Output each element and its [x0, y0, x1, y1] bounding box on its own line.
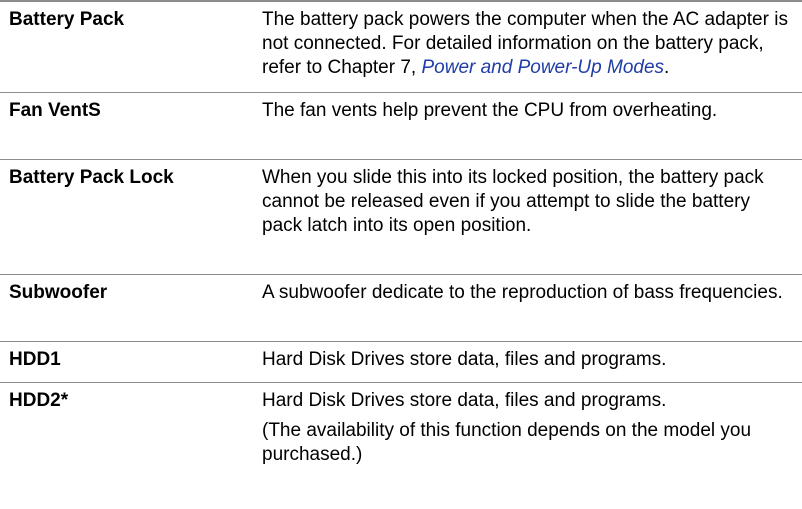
- table-row: HDD2* Hard Disk Drives store data, files…: [0, 383, 802, 509]
- table-row: HDD1 Hard Disk Drives store data, files …: [0, 342, 802, 383]
- description-text: The battery pack powers the computer whe…: [262, 8, 792, 80]
- description-hdd1: Hard Disk Drives store data, files and p…: [262, 342, 792, 382]
- description-battery-pack: The battery pack powers the computer whe…: [262, 2, 792, 92]
- term-subwoofer: Subwoofer: [9, 282, 108, 303]
- table-row: Battery Pack Lock When you slide this in…: [0, 160, 802, 275]
- table-row: Fan VentS The fan vents help prevent the…: [0, 93, 802, 160]
- term-battery-pack: Battery Pack: [9, 9, 125, 30]
- term-hdd1: HDD1: [9, 349, 61, 370]
- description-fan-vents: The fan vents help prevent the CPU from …: [262, 93, 792, 159]
- description-battery-pack-lock: When you slide this into its locked posi…: [262, 160, 792, 274]
- availability-note: (The availability of this function depen…: [262, 420, 752, 465]
- component-table: Battery Pack The battery pack powers the…: [0, 0, 802, 509]
- description-text: The fan vents help prevent the CPU from …: [262, 100, 718, 121]
- description-text: A subwoofer dedicate to the reproduction…: [262, 282, 783, 303]
- table-row: Subwoofer A subwoofer dedicate to the re…: [0, 275, 802, 342]
- description-text: Hard Disk Drives store data, files and p…: [262, 349, 667, 370]
- chapter-cross-reference-link[interactable]: Power and Power-Up Modes: [421, 57, 664, 78]
- description-hdd2: Hard Disk Drives store data, files and p…: [262, 383, 792, 509]
- description-text: When you slide this into its locked posi…: [262, 167, 764, 236]
- term-battery-pack-lock: Battery Pack Lock: [9, 167, 174, 188]
- description-subwoofer: A subwoofer dedicate to the reproduction…: [262, 275, 792, 341]
- description-text: Hard Disk Drives store data, files and p…: [262, 390, 667, 411]
- description-end: .: [664, 57, 670, 78]
- term-hdd2: HDD2*: [9, 390, 69, 411]
- table-row: Battery Pack The battery pack powers the…: [0, 2, 802, 93]
- term-fan-vents: Fan VentS: [9, 100, 101, 121]
